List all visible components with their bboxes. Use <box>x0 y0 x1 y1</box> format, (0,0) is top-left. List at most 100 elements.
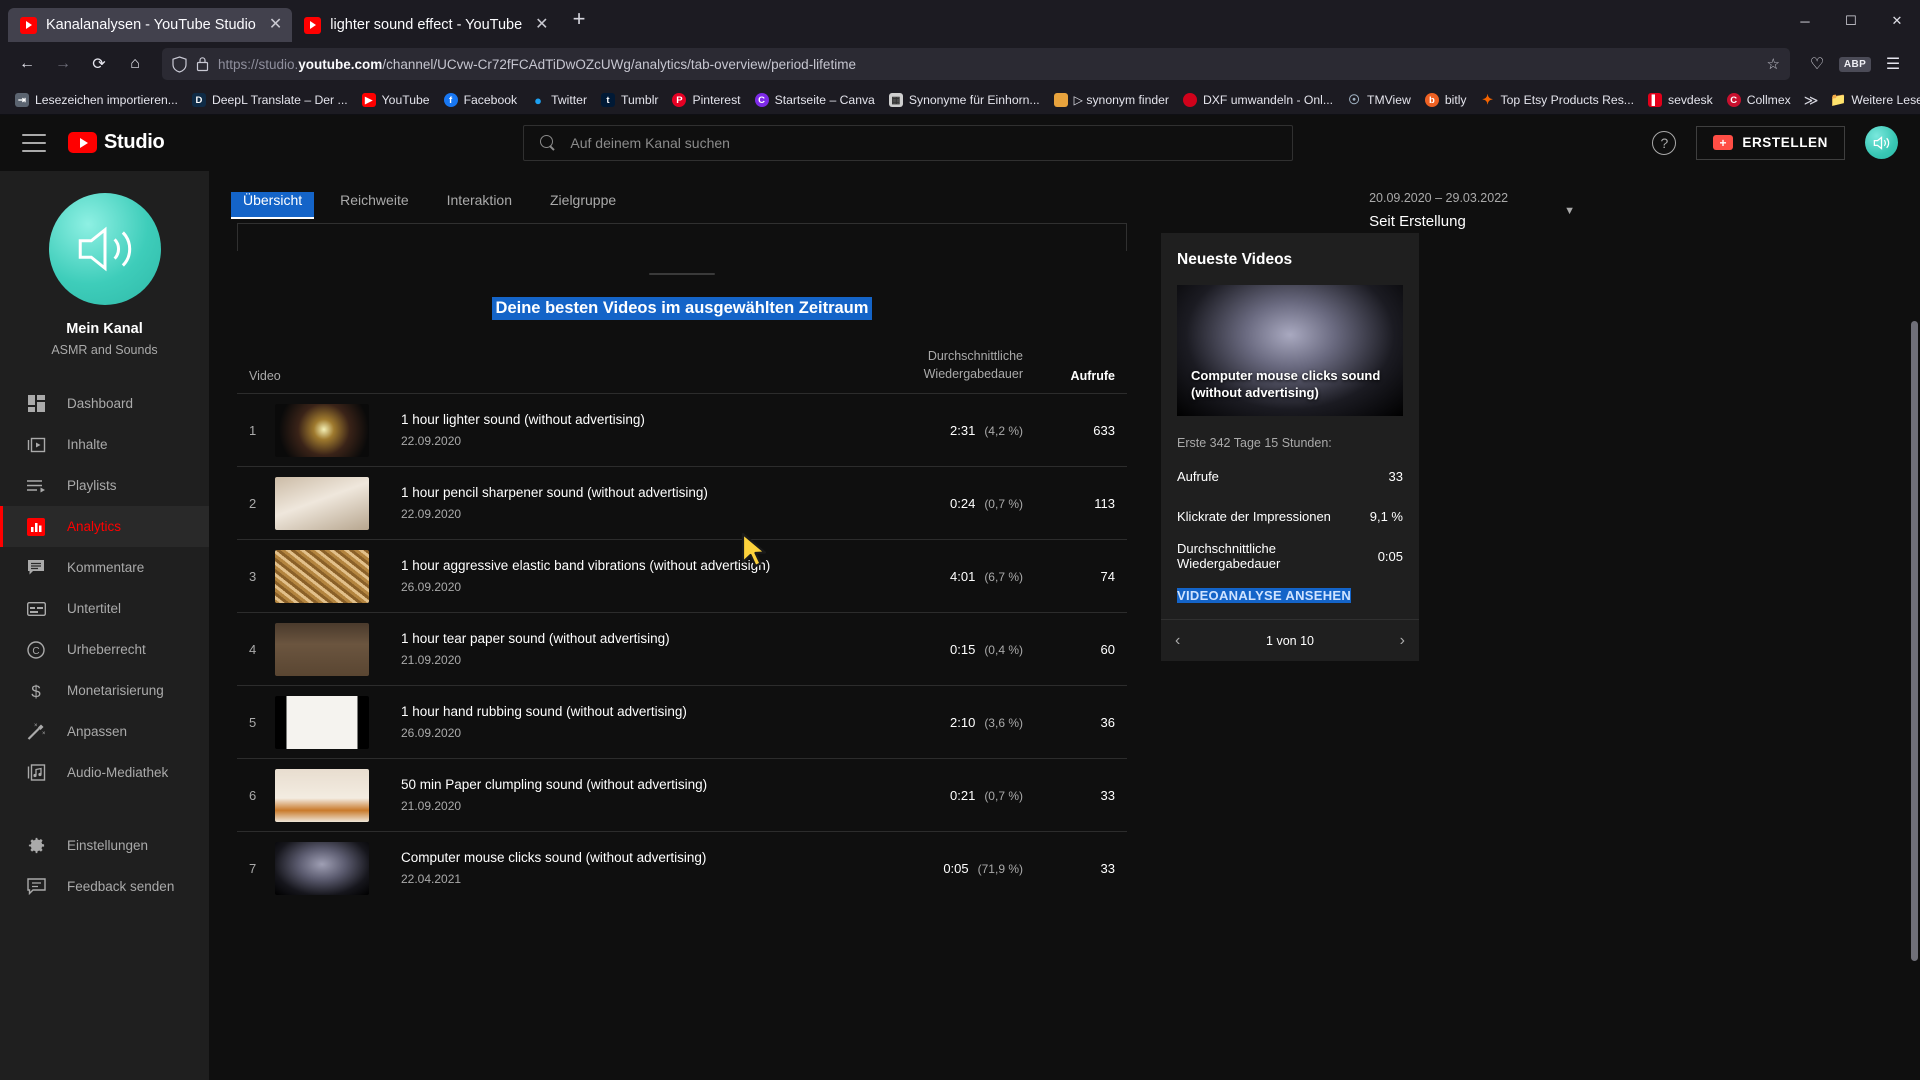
close-icon[interactable]: ✕ <box>265 17 282 33</box>
video-title[interactable]: Computer mouse clicks sound (without adv… <box>401 850 873 865</box>
svg-text:C: C <box>32 646 39 657</box>
studio-logo[interactable]: Studio <box>68 131 165 154</box>
row-views: 113 <box>1094 495 1115 511</box>
back-icon[interactable]: ← <box>10 47 44 81</box>
sidebar-item-inhalte[interactable]: Inhalte <box>0 424 209 465</box>
home-icon[interactable]: ⌂ <box>118 47 152 81</box>
avatar[interactable] <box>1865 126 1898 159</box>
sidebar-item-audio-mediathek[interactable]: Audio-Mediathek <box>0 752 209 793</box>
pocket-icon[interactable]: ♡ <box>1800 47 1834 81</box>
address-bar[interactable]: https://studio.youtube.com/channel/UCvw-… <box>162 48 1790 80</box>
video-thumbnail[interactable] <box>275 841 369 895</box>
video-thumbnail[interactable] <box>275 695 369 749</box>
bookmark-item[interactable]: ☉ TMView <box>1340 90 1418 110</box>
analytics-tabs: Übersicht Reichweite Interaktion Zielgru… <box>209 171 1920 219</box>
page-scrollbar[interactable] <box>1911 321 1918 961</box>
bookmark-item[interactable]: f Facebook <box>437 90 525 110</box>
date-range-selector[interactable]: 20.09.2020 – 29.03.2022 Seit Erstellung … <box>1369 191 1575 230</box>
table-row[interactable]: 5 1 hour hand rubbing sound (without adv… <box>237 685 1127 758</box>
bookmark-star-icon[interactable]: ☆ <box>1767 55 1780 73</box>
sidebar-item-untertitel[interactable]: Untertitel <box>0 588 209 629</box>
bookmarks-overflow-icon[interactable]: ≫ <box>1798 92 1825 109</box>
bookmark-item[interactable]: DXF umwandeln - Onl... <box>1176 90 1340 110</box>
bookmark-item[interactable]: ✦ Top Etsy Products Res... <box>1474 90 1641 110</box>
forward-icon[interactable]: → <box>46 47 80 81</box>
table-row[interactable]: 2 1 hour pencil sharpener sound (without… <box>237 466 1127 539</box>
hamburger-menu-icon[interactable] <box>22 133 46 152</box>
table-row[interactable]: 3 1 hour aggressive elastic band vibrati… <box>237 539 1127 612</box>
close-icon[interactable]: ✕ <box>531 17 548 33</box>
table-row[interactable]: 4 1 hour tear paper sound (without adver… <box>237 612 1127 685</box>
table-row[interactable]: 6 50 min Paper clumpling sound (without … <box>237 758 1127 831</box>
video-date: 26.09.2020 <box>401 726 462 740</box>
bookmark-item[interactable]: ⇥ Lesezeichen importieren... <box>8 90 185 110</box>
video-title[interactable]: 1 hour aggressive elastic band vibration… <box>401 558 873 573</box>
tab-uebersicht[interactable]: Übersicht <box>231 192 315 219</box>
video-title[interactable]: 1 hour tear paper sound (without adverti… <box>401 631 873 646</box>
bookmark-item[interactable]: D DeepL Translate – Der ... <box>185 90 355 110</box>
chevron-down-icon[interactable]: ▼ <box>1564 205 1575 217</box>
search-input[interactable]: Auf deinem Kanal suchen <box>523 124 1294 161</box>
bookmark-item[interactable]: C Startseite – Canva <box>748 90 882 110</box>
table-row[interactable]: 7 Computer mouse clicks sound (without a… <box>237 831 1127 904</box>
padlock-icon[interactable] <box>196 56 209 72</box>
adblock-extension-icon[interactable]: ABP <box>1838 47 1872 81</box>
sidebar-item-einstellungen[interactable]: Einstellungen <box>0 825 209 866</box>
maximize-icon[interactable]: ☐ <box>1828 0 1874 42</box>
tab-interaktion[interactable]: Interaktion <box>435 192 524 219</box>
sidebar-item-feedback[interactable]: Feedback senden <box>0 866 209 907</box>
subtitles-icon <box>25 598 47 620</box>
video-thumbnail[interactable] <box>275 476 369 530</box>
reload-icon[interactable]: ⟳ <box>82 47 116 81</box>
video-title[interactable]: 1 hour lighter sound (without advertisin… <box>401 412 873 427</box>
bookmark-item[interactable]: t Tumblr <box>594 90 665 110</box>
bookmark-item[interactable]: ▌ sevdesk <box>1641 90 1720 110</box>
bookmark-item[interactable]: b bitly <box>1418 90 1474 110</box>
new-tab-button[interactable]: + <box>559 8 600 34</box>
channel-avatar[interactable] <box>48 193 161 305</box>
sidebar-item-dashboard[interactable]: Dashboard <box>0 383 209 424</box>
sidebar-item-anpassen[interactable]: × × Anpassen <box>0 711 209 752</box>
help-icon[interactable]: ? <box>1652 130 1677 155</box>
tab-reichweite[interactable]: Reichweite <box>328 192 420 219</box>
sidebar-item-monetarisierung[interactable]: $ Monetarisierung <box>0 670 209 711</box>
app-menu-icon[interactable]: ☰ <box>1876 47 1910 81</box>
bookmark-item[interactable]: C Collmex <box>1720 90 1798 110</box>
tab-zielgruppe[interactable]: Zielgruppe <box>538 192 628 219</box>
browser-tab-1[interactable]: lighter sound effect - YouTube ✕ <box>292 8 558 42</box>
sidebar-item-playlists[interactable]: Playlists <box>0 465 209 506</box>
bookmark-item[interactable]: ▶ YouTube <box>355 90 437 110</box>
table-row[interactable]: 1 1 hour lighter sound (without advertis… <box>237 393 1127 466</box>
video-title[interactable]: 50 min Paper clumpling sound (without ad… <box>401 777 873 792</box>
video-title[interactable]: 1 hour hand rubbing sound (without adver… <box>401 704 873 719</box>
bookmark-label: DeepL Translate – Der ... <box>211 93 348 107</box>
card-grip <box>649 273 715 275</box>
video-thumbnail[interactable] <box>275 622 369 676</box>
bookmark-item[interactable]: ● Twitter <box>524 90 594 110</box>
view-video-analytics-link[interactable]: VIDEOANALYSE ANSEHEN <box>1161 570 1367 619</box>
bookmark-item[interactable]: ▷ synonym finder <box>1047 90 1176 110</box>
bookmark-item[interactable]: P Pinterest <box>665 90 747 110</box>
latest-video-thumbnail[interactable]: Computer mouse clicks sound (without adv… <box>1177 285 1403 416</box>
sidebar-item-label: Monetarisierung <box>67 683 164 698</box>
bookmark-item[interactable]: ▦ Synonyme für Einhorn... <box>882 90 1047 110</box>
previous-page-icon[interactable]: ‹ <box>1175 632 1180 650</box>
next-page-icon[interactable]: › <box>1400 632 1405 650</box>
video-title[interactable]: 1 hour pencil sharpener sound (without a… <box>401 485 873 500</box>
sidebar-item-analytics[interactable]: Analytics <box>0 506 209 547</box>
sidebar-item-label: Untertitel <box>67 601 122 616</box>
window-close-icon[interactable]: ✕ <box>1874 0 1920 42</box>
sidebar-item-kommentare[interactable]: Kommentare <box>0 547 209 588</box>
sidebar-item-urheberrecht[interactable]: C Urheberrecht <box>0 629 209 670</box>
column-header-views: Aufrufe <box>1070 369 1115 383</box>
video-thumbnail[interactable] <box>275 549 369 603</box>
video-thumbnail[interactable] <box>275 768 369 822</box>
latest-videos-title: Neueste Videos <box>1177 251 1293 268</box>
other-bookmarks-folder[interactable]: 📁 Weitere Lesezeichen <box>1824 90 1920 110</box>
minimize-icon[interactable]: ─ <box>1782 0 1828 42</box>
browser-tab-0[interactable]: Kanalanalysen - YouTube Studio ✕ <box>8 8 293 42</box>
video-thumbnail[interactable] <box>275 403 369 457</box>
tab-title: Kanalanalysen - YouTube Studio <box>46 17 256 33</box>
shield-icon[interactable] <box>172 55 187 73</box>
create-button[interactable]: + ERSTELLEN <box>1696 125 1845 160</box>
